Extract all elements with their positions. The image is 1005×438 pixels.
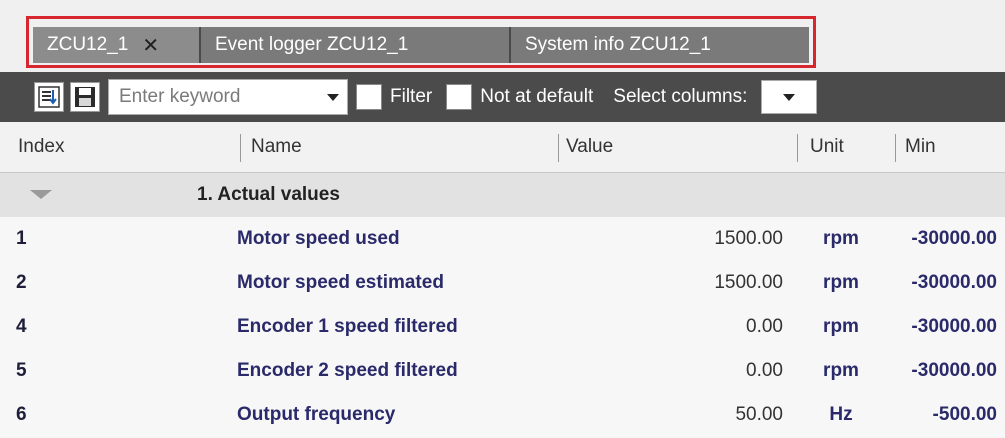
tab-system-info[interactable]: System info ZCU12_1	[511, 27, 809, 63]
tab-zcu12[interactable]: ZCU12_1 ✕	[33, 27, 199, 63]
chevron-down-icon[interactable]	[327, 93, 339, 101]
value-cell[interactable]: 0.00	[746, 349, 783, 393]
save-icon	[75, 87, 95, 107]
unit-cell: rpm	[823, 316, 859, 337]
table-header: Index Name Value Unit Min	[0, 122, 1005, 173]
filter-checkbox[interactable]	[356, 84, 382, 110]
column-divider[interactable]	[240, 134, 241, 162]
column-header-min[interactable]: Min	[905, 122, 936, 172]
value-cell[interactable]: 0.00	[746, 305, 783, 349]
column-divider[interactable]	[558, 134, 559, 162]
expand-toggle-icon[interactable]	[30, 190, 52, 199]
table-row[interactable]: 1 Motor speed used 1500.00 rpm -30000.00	[0, 217, 1005, 261]
tab-event-logger[interactable]: Event logger ZCU12_1	[201, 27, 509, 63]
name-cell: Output frequency	[237, 404, 396, 425]
column-divider[interactable]	[895, 134, 896, 162]
refresh-icon	[38, 86, 60, 108]
chevron-down-icon	[783, 93, 796, 101]
name-cell: Encoder 1 speed filtered	[237, 316, 458, 337]
min-cell: -500.00	[932, 404, 997, 425]
table-row[interactable]: 6 Output frequency 50.00 Hz -500.00	[0, 393, 1005, 437]
table-row[interactable]: 5 Encoder 2 speed filtered 0.00 rpm -300…	[0, 349, 1005, 393]
unit-cell: rpm	[823, 272, 859, 293]
tab-list: ZCU12_1 ✕ Event logger ZCU12_1 System in…	[33, 27, 809, 63]
keyword-search[interactable]	[108, 79, 348, 115]
search-input[interactable]	[109, 85, 321, 109]
name-cell: Encoder 2 speed filtered	[237, 360, 458, 381]
unit-cell: rpm	[823, 360, 859, 381]
filter-label: Filter	[390, 86, 433, 107]
value-cell[interactable]: 1500.00	[714, 261, 783, 305]
index-cell: 4	[16, 316, 27, 337]
not-at-default-checkbox[interactable]	[446, 84, 473, 110]
column-header-unit[interactable]: Unit	[810, 122, 844, 172]
table-row[interactable]: 2 Motor speed estimated 1500.00 rpm -300…	[0, 261, 1005, 305]
index-cell: 6	[16, 404, 27, 425]
toolbar: Filter Not at default Select columns:	[0, 72, 1005, 122]
table-row[interactable]: 4 Encoder 1 speed filtered 0.00 rpm -300…	[0, 305, 1005, 349]
select-columns-label: Select columns:	[613, 86, 748, 107]
name-cell: Motor speed estimated	[237, 272, 444, 293]
column-header-index[interactable]: Index	[18, 122, 64, 172]
close-icon[interactable]: ✕	[142, 33, 159, 58]
unit-cell: Hz	[829, 404, 853, 425]
min-cell: -30000.00	[911, 228, 997, 249]
column-header-value[interactable]: Value	[566, 122, 613, 172]
tab-label: ZCU12_1	[47, 34, 129, 55]
save-button[interactable]	[70, 82, 100, 112]
value-cell[interactable]: 1500.00	[714, 217, 783, 261]
min-cell: -30000.00	[911, 272, 997, 293]
tab-strip: ZCU12_1 ✕ Event logger ZCU12_1 System in…	[0, 0, 1005, 72]
min-cell: -30000.00	[911, 360, 997, 381]
select-columns-dropdown[interactable]	[761, 80, 818, 114]
refresh-button[interactable]	[34, 82, 64, 112]
column-header-name[interactable]: Name	[251, 122, 302, 172]
index-cell: 1	[16, 228, 27, 249]
parameter-table-body: 1 Motor speed used 1500.00 rpm -30000.00…	[0, 217, 1005, 437]
index-cell: 5	[16, 360, 27, 381]
tab-label: Event logger ZCU12_1	[215, 34, 409, 55]
not-at-default-label: Not at default	[480, 86, 594, 107]
name-cell: Motor speed used	[237, 228, 400, 249]
tab-label: System info ZCU12_1	[525, 34, 711, 55]
index-cell: 2	[16, 272, 27, 293]
min-cell: -30000.00	[911, 316, 997, 337]
column-divider[interactable]	[797, 134, 798, 162]
value-cell[interactable]: 50.00	[735, 393, 783, 437]
unit-cell: rpm	[823, 228, 859, 249]
group-row-actual-values[interactable]: 1. Actual values	[0, 173, 1005, 218]
group-title: 1. Actual values	[197, 184, 340, 205]
